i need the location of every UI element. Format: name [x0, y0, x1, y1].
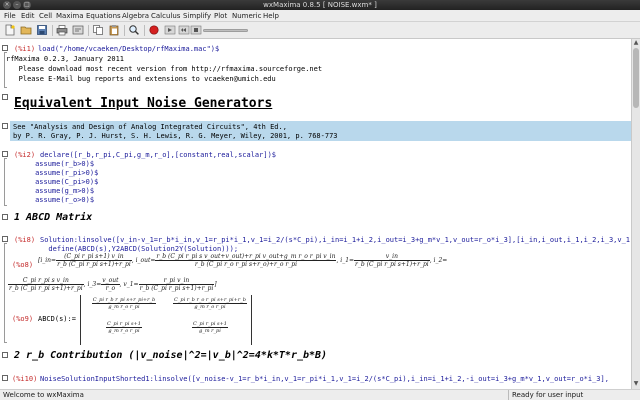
math-text: , v_1= [119, 281, 139, 288]
status-state: Ready for user input [508, 390, 583, 400]
cell-bracket[interactable] [2, 123, 8, 129]
input-label: (%i1) [14, 45, 36, 53]
section-heading[interactable]: 1 ABCD Matrix [14, 212, 92, 224]
input-line[interactable]: assume(r_pi>0)$ [14, 169, 98, 177]
menu-edit[interactable]: Edit [21, 11, 35, 21]
cell-bracket[interactable] [2, 236, 8, 242]
cell-bracket-line [4, 243, 7, 343]
math-text: , i_3= [83, 281, 102, 288]
text-line: by P. R. Gray, P. J. Hurst, S. H. Lewis,… [13, 132, 338, 140]
copy-icon[interactable] [92, 24, 104, 36]
input-label: (%i10) [12, 375, 38, 383]
cell-bracket[interactable] [2, 375, 8, 381]
menu-file[interactable]: File [4, 11, 16, 21]
fraction: r_pi v_in r_b (C_pi r_pi s+1)+r_pi [138, 277, 215, 292]
vertical-scrollbar[interactable]: ▲ ▼ [631, 39, 640, 389]
search-icon[interactable] [128, 24, 140, 36]
output-line: Please E-Mail bug reports and extensions… [6, 75, 276, 83]
animation-slider[interactable] [203, 29, 248, 32]
save-icon[interactable] [36, 24, 48, 36]
window-maximize-button[interactable]: □ [23, 1, 31, 9]
menu-help[interactable]: Help [263, 11, 279, 21]
cell-bracket[interactable] [2, 352, 8, 358]
open-icon[interactable] [20, 24, 32, 36]
worksheet-title[interactable]: Equivalent Input Noise Generators [14, 96, 272, 112]
output-lhs: ABCD(s):= [38, 315, 76, 323]
window-minimize-button[interactable]: – [13, 1, 21, 9]
input-label: (%i8) [14, 236, 36, 244]
window-close-button[interactable]: × [3, 1, 11, 9]
input-line[interactable]: NoiseSolutionInputShorted1:linsolve([v_n… [40, 375, 609, 383]
input-line[interactable]: assume(r_b>0)$ [14, 160, 94, 168]
toolbar-separator [144, 25, 145, 36]
input-line[interactable]: load("/home/vcaeken/Desktop/rfMaxima.mac… [38, 45, 219, 53]
matrix-cell: C_pi r_pi s+1 g_m r_o r_pi [106, 321, 142, 334]
section-heading[interactable]: 2 r_b Contribution (|v_noise|^2=|v_b|^2=… [14, 350, 327, 362]
input-line[interactable]: assume(g_m>0)$ [14, 187, 94, 195]
output-label: (%o9) [12, 315, 34, 323]
cell-bracket[interactable] [2, 45, 8, 51]
fraction: v_in r_b (C_pi r_pi s+1)+r_pi [354, 253, 430, 268]
matrix-cell: C_pi r_b r_o r_pi s+r_pi+r_b g_m r_o r_pi [173, 297, 247, 310]
worksheet[interactable]: (%i1) load("/home/vcaeken/Desktop/rfMaxi… [0, 39, 631, 389]
abcd-matrix: C_pi r_b r_pi s+r_pi+r_b g_m r_o r_pi C_p… [80, 295, 252, 345]
math-text: , i_1= [336, 257, 355, 264]
input-line[interactable]: assume(r_o>0)$ [14, 196, 94, 204]
new-icon[interactable] [4, 24, 16, 36]
menu-plot[interactable]: Plot [214, 11, 227, 21]
window-title: wxMaxima 0.8.5 [ NOISE.wxm* ] [263, 1, 377, 9]
print-icon[interactable] [56, 24, 68, 36]
menu-bar: File Edit Cell Maxima Equations Algebra … [0, 10, 640, 22]
cell-bracket[interactable] [2, 94, 8, 100]
menu-cell[interactable]: Cell [39, 11, 52, 21]
menu-equations[interactable]: Equations [86, 11, 121, 21]
output-line: rfMaxima 0.2.3, January 2011 [6, 55, 125, 63]
paste-icon[interactable] [108, 24, 120, 36]
fraction: r_b (C_pi r_pi s v_out+v_out)+r_pi v_out… [155, 253, 337, 268]
input-label: (%i2) [14, 151, 36, 159]
cell-bracket-line [4, 158, 7, 206]
status-bar: Welcome to wxMaxima Ready for user input [0, 389, 640, 400]
menu-calculus[interactable]: Calculus [151, 11, 180, 21]
menu-maxima[interactable]: Maxima [56, 11, 84, 21]
output-label: (%o8) [12, 261, 34, 269]
matrix-cell: C_pi r_pi s+1 g_m r_pi [192, 321, 228, 334]
menu-numeric[interactable]: Numeric [232, 11, 261, 21]
output-math: [i_in= (C_pi r_pi s+1) v_in r_b (C_pi r_pi… [38, 253, 447, 268]
cell-bracket[interactable] [2, 214, 8, 220]
math-text: , i_2= [429, 257, 448, 264]
toolbar-separator [52, 25, 53, 36]
input-line[interactable]: declare([r_b,r_pi,C_pi,g_m,r_o],[constan… [40, 151, 276, 159]
cell-bracket[interactable] [2, 151, 8, 157]
input-line[interactable]: assume(C_pi>0)$ [14, 178, 98, 186]
scrollbar-thumb[interactable] [633, 48, 639, 108]
math-text: ] [214, 281, 217, 288]
input-line[interactable]: define(ABCD(s),Y2ABCD(Solution2Y(Solutio… [40, 245, 238, 253]
menu-algebra[interactable]: Algebra [122, 11, 149, 21]
fraction: C_pi r_pi s v_in r_b (C_pi r_pi s+1)+r_pi [8, 277, 84, 292]
config-icon[interactable] [72, 24, 84, 36]
fraction: v_out r_o [101, 277, 120, 292]
scroll-down-icon[interactable]: ▼ [632, 380, 640, 388]
toolbar-separator [124, 25, 125, 36]
play-icon[interactable] [164, 24, 176, 36]
status-message: Welcome to wxMaxima [3, 391, 84, 399]
output-math: C_pi r_pi s v_in r_b (C_pi r_pi s+1)+r_pi… [8, 277, 217, 292]
input-line[interactable]: Solution:linsolve([v_in-v_1=r_b*i_in,v_1… [40, 236, 631, 244]
toolbar-separator [88, 25, 89, 36]
scroll-up-icon[interactable]: ▲ [632, 39, 640, 47]
interrupt-icon[interactable] [148, 24, 160, 36]
text-line: See "Analysis and Design of Analog Integ… [13, 123, 287, 131]
stop-icon[interactable] [190, 24, 202, 36]
matrix-cell: C_pi r_b r_pi s+r_pi+r_b g_m r_o r_pi [91, 297, 157, 310]
menu-simplify[interactable]: Simplify [183, 11, 211, 21]
text-cell[interactable]: See "Analysis and Design of Analog Integ… [10, 121, 631, 141]
output-line: Please download most recent version from… [6, 65, 323, 73]
math-text: , i_out= [131, 257, 156, 264]
rewind-icon[interactable] [178, 24, 190, 36]
math-text: [i_in= [38, 257, 57, 264]
window-titlebar: × – □ wxMaxima 0.8.5 [ NOISE.wxm* ] [0, 0, 640, 10]
toolbar [0, 22, 640, 39]
fraction: (C_pi r_pi s+1) v_in r_b (C_pi r_pi s+1)+… [56, 253, 132, 268]
